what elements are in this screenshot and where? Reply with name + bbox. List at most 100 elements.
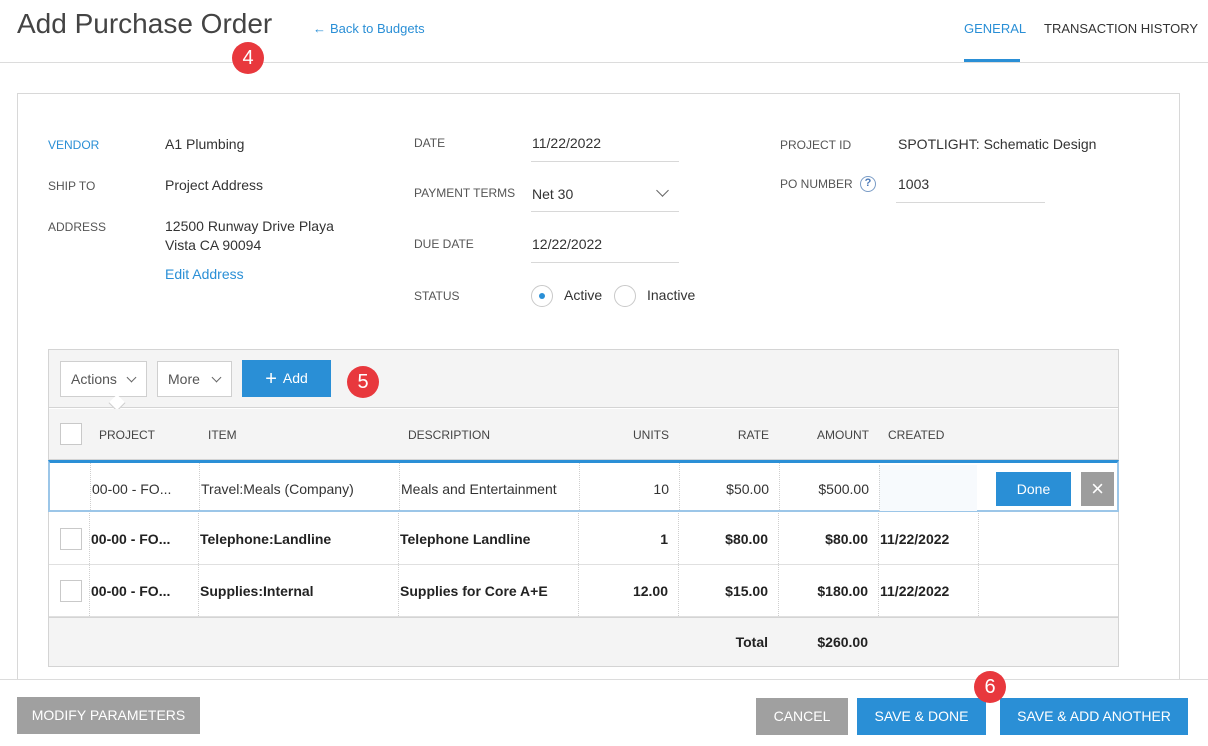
grid-toolbar: Actions More + Add (49, 350, 1118, 412)
column-header-created[interactable]: CREATED (888, 428, 944, 442)
payment-terms-select[interactable]: Net 30 (532, 186, 573, 202)
page-title: Add Purchase Order (17, 8, 273, 39)
chevron-down-icon (126, 372, 137, 383)
column-separator (678, 565, 679, 616)
column-separator (779, 463, 780, 510)
column-separator (89, 565, 90, 616)
add-label: Add (282, 370, 308, 386)
address-line-2: Vista CA 90094 (165, 237, 262, 253)
vendor-label[interactable]: VENDOR (48, 138, 99, 152)
arrow-left-icon: ← (313, 21, 326, 36)
cell-description: Supplies for Core A+E (400, 583, 548, 599)
po-number-input[interactable]: 1003 (898, 176, 929, 192)
more-dropdown[interactable]: More (157, 361, 232, 397)
save-and-done-button[interactable]: SAVE & DONE (857, 698, 986, 735)
ship-to-label: SHIP TO (48, 179, 96, 193)
actions-dropdown[interactable]: Actions (60, 361, 147, 397)
modify-parameters-button[interactable]: MODIFY PARAMETERS (17, 697, 200, 734)
address-label: ADDRESS (48, 220, 107, 234)
column-header-rate[interactable]: RATE (709, 428, 769, 442)
radio-selected-dot (539, 293, 545, 299)
cell-description: Telephone Landline (400, 531, 531, 547)
column-separator (679, 463, 680, 510)
back-to-budgets-link[interactable]: ← Back to Budgets (313, 21, 425, 36)
edit-address-link[interactable]: Edit Address (165, 266, 244, 282)
table-row[interactable]: 00-00 - FO... Telephone:Landline Telepho… (49, 513, 1118, 565)
active-tab-indicator (964, 59, 1020, 62)
cell-description[interactable]: Meals and Entertainment (401, 463, 577, 510)
column-separator (578, 513, 579, 564)
total-label: Total (735, 634, 768, 650)
status-active-label[interactable]: Active (564, 287, 602, 303)
cell-units[interactable]: 10 (581, 463, 669, 510)
cell-rate[interactable]: $50.00 (681, 463, 769, 510)
step-badge-5: 5 (347, 366, 379, 398)
table-row[interactable]: 00-00 - FO... Supplies:Internal Supplies… (49, 565, 1118, 617)
tab-transaction-history[interactable]: TRANSACTION HISTORY (1044, 21, 1198, 36)
status-inactive-label[interactable]: Inactive (647, 287, 695, 303)
cell-item[interactable]: Travel:Meals (Company) (201, 463, 397, 510)
cell-units: 12.00 (632, 583, 668, 599)
column-separator (778, 513, 779, 564)
column-separator (198, 513, 199, 564)
cell-rate: $80.00 (725, 531, 768, 547)
project-id-value: SPOTLIGHT: Schematic Design (898, 136, 1097, 152)
cell-item: Telephone:Landline (200, 531, 332, 547)
column-separator (198, 565, 199, 616)
chevron-down-icon (211, 372, 222, 383)
column-separator (399, 463, 400, 510)
column-header-units[interactable]: UNITS (609, 428, 669, 442)
add-line-button[interactable]: + Add (242, 360, 331, 397)
column-separator (579, 463, 580, 510)
select-all-checkbox[interactable] (60, 423, 82, 445)
column-header-description[interactable]: DESCRIPTION (408, 428, 490, 442)
cell-rate: $15.00 (725, 583, 768, 599)
done-button[interactable]: Done (996, 472, 1071, 506)
cell-project[interactable]: 00-00 - FO... (92, 463, 197, 510)
po-number-label: PO NUMBER (780, 177, 853, 191)
total-amount: $260.00 (817, 634, 868, 650)
step-badge-4: 4 (232, 42, 264, 74)
payment-terms-underline (531, 211, 679, 212)
due-date-input[interactable]: 12/22/2022 (532, 236, 602, 252)
cell-created: 11/22/2022 (880, 531, 950, 547)
plus-icon: + (265, 368, 277, 390)
more-label: More (168, 371, 200, 387)
status-inactive-radio[interactable] (614, 285, 636, 307)
column-separator (398, 513, 399, 564)
column-separator (678, 513, 679, 564)
date-input[interactable]: 11/22/2022 (532, 135, 601, 151)
column-header-amount[interactable]: AMOUNT (789, 428, 869, 442)
date-label: DATE (414, 136, 446, 150)
tab-general[interactable]: GENERAL (964, 21, 1026, 36)
line-items-grid: Actions More + Add PROJECT ITEM DESCRIPTI… (48, 349, 1119, 667)
grid-header: PROJECT ITEM DESCRIPTION UNITS RATE AMOU… (49, 409, 1118, 460)
save-and-add-another-button[interactable]: SAVE & ADD ANOTHER (1000, 698, 1188, 735)
column-separator (89, 513, 90, 564)
due-date-label: DUE DATE (414, 237, 474, 251)
status-label: STATUS (414, 289, 460, 303)
payment-terms-label: PAYMENT TERMS (414, 186, 516, 200)
column-separator (778, 565, 779, 616)
cancel-button[interactable]: CANCEL (756, 698, 848, 735)
vendor-value: A1 Plumbing (165, 136, 245, 152)
column-separator (578, 565, 579, 616)
cell-project: 00-00 - FO... (91, 583, 171, 599)
table-row-editing[interactable]: 00-00 - FO... Travel:Meals (Company) Mea… (48, 460, 1119, 512)
actions-label: Actions (71, 371, 117, 387)
date-input-underline (531, 161, 679, 162)
column-header-item[interactable]: ITEM (208, 428, 237, 442)
column-separator (398, 565, 399, 616)
close-icon[interactable]: × (1081, 472, 1114, 506)
total-row: Total $260.00 (49, 617, 1118, 666)
status-active-radio[interactable] (531, 285, 553, 307)
column-header-project[interactable]: PROJECT (99, 428, 155, 442)
row-checkbox[interactable] (60, 528, 82, 550)
question-mark-icon[interactable]: ? (860, 176, 876, 192)
footer-bar: MODIFY PARAMETERS CANCEL SAVE & DONE SAV… (0, 679, 1208, 746)
back-link-label: Back to Budgets (330, 21, 425, 36)
po-number-underline (896, 202, 1045, 203)
top-bar: Add Purchase Order ← Back to Budgets GENE… (0, 0, 1208, 63)
row-checkbox[interactable] (60, 580, 82, 602)
step-badge-6: 6 (974, 671, 1006, 703)
